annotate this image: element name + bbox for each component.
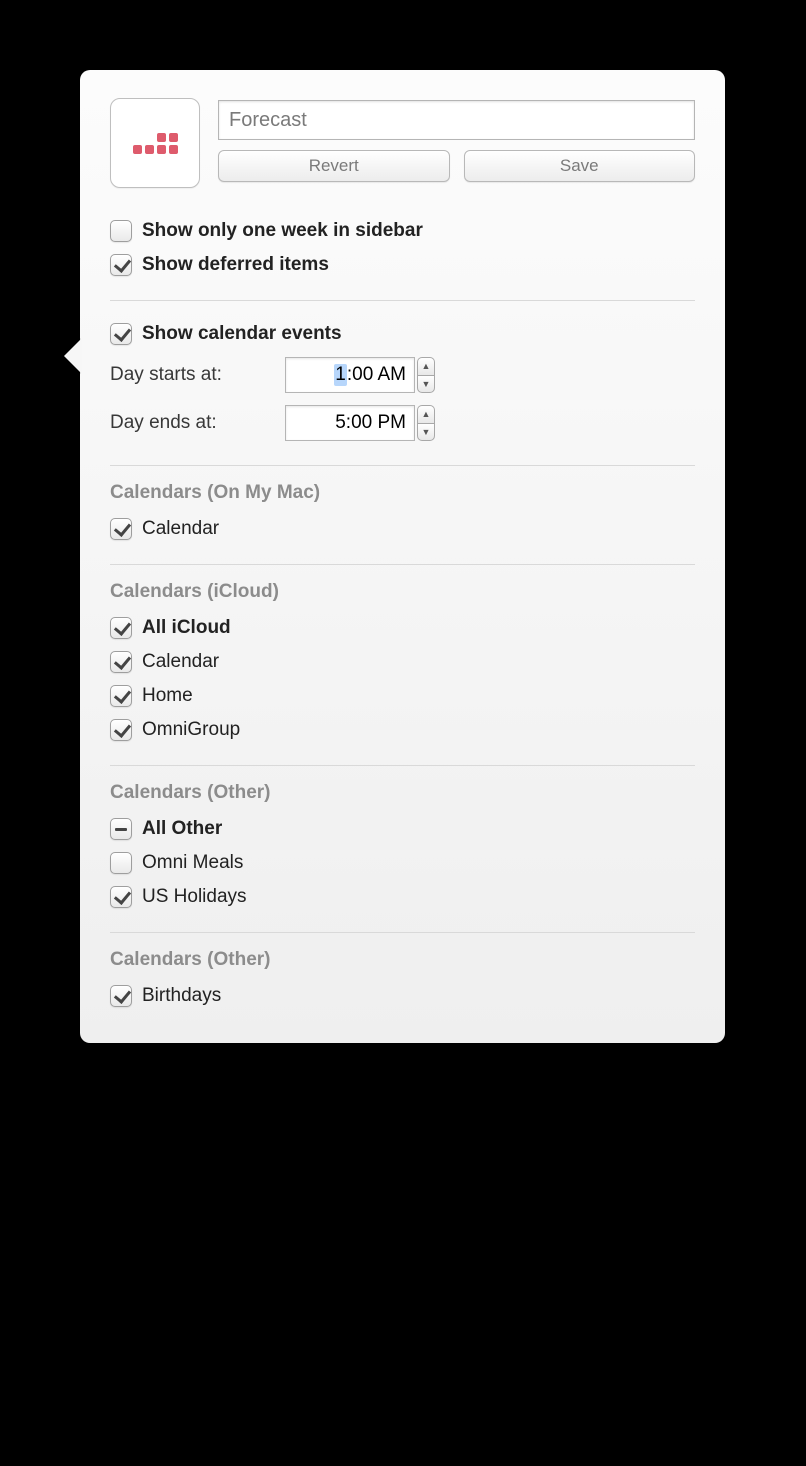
calendar-group-title: Calendars (Other) bbox=[110, 782, 695, 804]
calendar-item-row: US Holidays bbox=[110, 880, 695, 914]
calendar-events-section: Show calendar events Day starts at: 1:00… bbox=[110, 300, 695, 447]
header: Revert Save bbox=[110, 98, 695, 188]
calendar-item-checkbox[interactable] bbox=[110, 719, 132, 741]
day-ends-row: Day ends at: 5:00 PM ▲ ▼ bbox=[110, 399, 695, 447]
calendar-item-label: All Other bbox=[142, 818, 222, 840]
calendar-item-checkbox[interactable] bbox=[110, 518, 132, 540]
calendar-item-row: All Other bbox=[110, 812, 695, 846]
calendar-group: Calendars (iCloud) All iCloud Calendar Home… bbox=[110, 564, 695, 747]
day-starts-row: Day starts at: 1:00 AM ▲ ▼ bbox=[110, 351, 695, 399]
calendar-group: Calendars (On My Mac) Calendar bbox=[110, 465, 695, 546]
day-starts-stepper[interactable]: ▲ ▼ bbox=[417, 357, 435, 393]
forecast-icon bbox=[110, 98, 200, 188]
calendar-item-row: All iCloud bbox=[110, 611, 695, 645]
calendar-item-checkbox[interactable] bbox=[110, 685, 132, 707]
day-starts-step-down[interactable]: ▼ bbox=[417, 375, 435, 393]
calendar-item-row: Omni Meals bbox=[110, 846, 695, 880]
calendar-item-label: Birthdays bbox=[142, 985, 221, 1007]
one-week-label: Show only one week in sidebar bbox=[142, 220, 423, 242]
calendar-item-checkbox[interactable] bbox=[110, 818, 132, 840]
calendar-item-checkbox[interactable] bbox=[110, 651, 132, 673]
calendar-item-row: Home bbox=[110, 679, 695, 713]
one-week-row: Show only one week in sidebar bbox=[110, 214, 695, 248]
forecast-settings-popover: Revert Save Show only one week in sideba… bbox=[80, 70, 725, 1043]
calendar-item-row: Birthdays bbox=[110, 979, 695, 1013]
deferred-row: Show deferred items bbox=[110, 248, 695, 282]
calendar-item-label: Calendar bbox=[142, 651, 219, 673]
calendar-item-label: Calendar bbox=[142, 518, 219, 540]
calendar-item-label: OmniGroup bbox=[142, 719, 240, 741]
display-options-section: Show only one week in sidebar Show defer… bbox=[110, 214, 695, 282]
calendar-group: Calendars (Other) Birthdays bbox=[110, 932, 695, 1013]
forecast-glyph-icon bbox=[133, 133, 178, 154]
calendar-item-row: OmniGroup bbox=[110, 713, 695, 747]
day-ends-step-down[interactable]: ▼ bbox=[417, 423, 435, 441]
deferred-checkbox[interactable] bbox=[110, 254, 132, 276]
calendar-item-label: Omni Meals bbox=[142, 852, 243, 874]
show-calendar-events-checkbox[interactable] bbox=[110, 323, 132, 345]
day-ends-step-up[interactable]: ▲ bbox=[417, 405, 435, 423]
perspective-name-input[interactable] bbox=[218, 100, 695, 140]
calendar-item-checkbox[interactable] bbox=[110, 985, 132, 1007]
deferred-label: Show deferred items bbox=[142, 254, 329, 276]
calendar-item-checkbox[interactable] bbox=[110, 886, 132, 908]
show-calendar-events-label: Show calendar events bbox=[142, 323, 342, 345]
calendar-group-title: Calendars (Other) bbox=[110, 949, 695, 971]
save-button[interactable]: Save bbox=[464, 150, 696, 182]
day-ends-label: Day ends at: bbox=[110, 412, 265, 434]
day-starts-label: Day starts at: bbox=[110, 364, 265, 386]
calendar-item-row: Calendar bbox=[110, 645, 695, 679]
calendar-item-checkbox[interactable] bbox=[110, 617, 132, 639]
calendar-group: Calendars (Other) All Other Omni Meals US H… bbox=[110, 765, 695, 914]
one-week-checkbox[interactable] bbox=[110, 220, 132, 242]
calendar-item-label: Home bbox=[142, 685, 193, 707]
calendar-item-row: Calendar bbox=[110, 512, 695, 546]
day-ends-input[interactable]: 5:00 PM bbox=[285, 405, 415, 441]
calendar-group-title: Calendars (On My Mac) bbox=[110, 482, 695, 504]
day-starts-step-up[interactable]: ▲ bbox=[417, 357, 435, 375]
calendar-item-checkbox[interactable] bbox=[110, 852, 132, 874]
revert-button[interactable]: Revert bbox=[218, 150, 450, 182]
calendar-item-label: All iCloud bbox=[142, 617, 231, 639]
show-calendar-events-row: Show calendar events bbox=[110, 317, 695, 351]
day-starts-input[interactable]: 1:00 AM bbox=[285, 357, 415, 393]
calendar-item-label: US Holidays bbox=[142, 886, 247, 908]
day-ends-stepper[interactable]: ▲ ▼ bbox=[417, 405, 435, 441]
calendar-group-title: Calendars (iCloud) bbox=[110, 581, 695, 603]
